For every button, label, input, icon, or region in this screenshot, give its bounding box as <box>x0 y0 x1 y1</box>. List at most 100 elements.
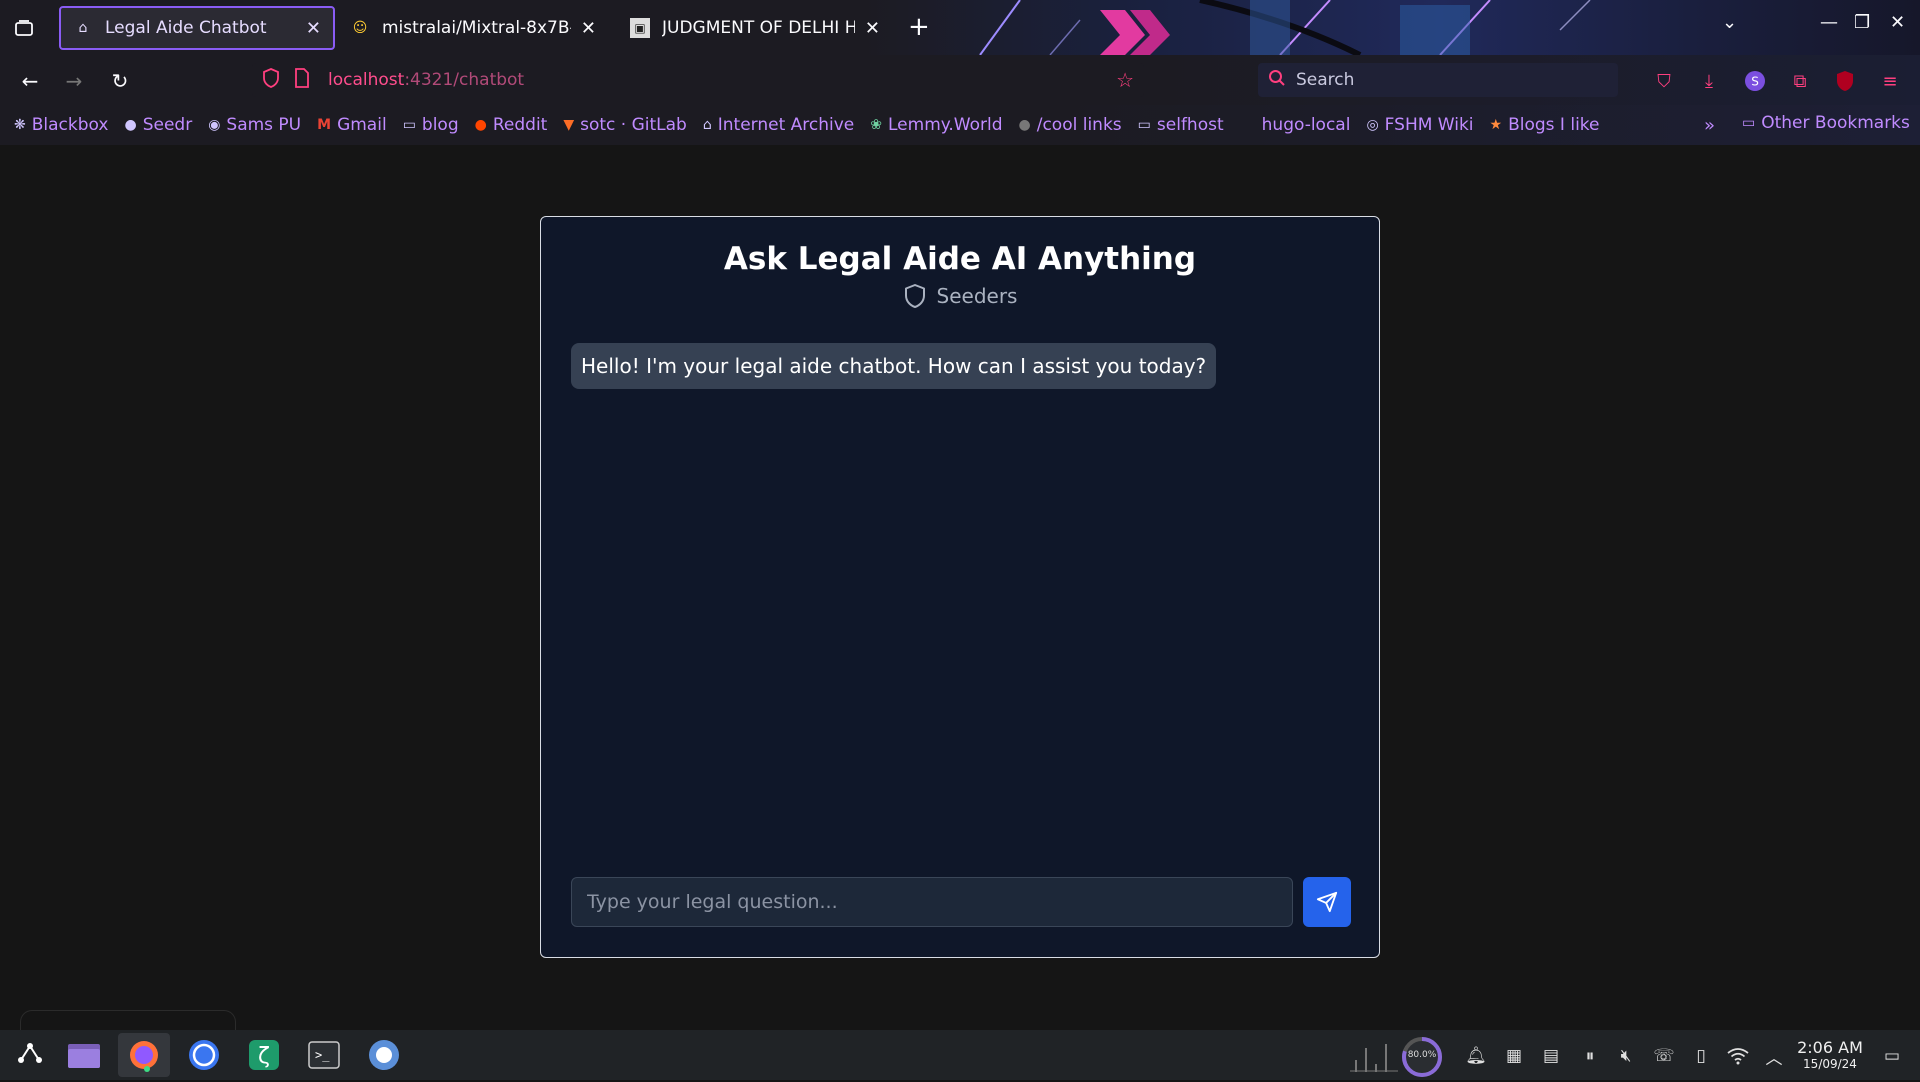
close-icon[interactable]: ✕ <box>865 18 880 39</box>
blackbox-icon: ❋ <box>14 117 26 133</box>
bookmark-reddit[interactable]: ● Reddit <box>475 115 548 135</box>
chat-input-row <box>571 877 1351 927</box>
url-bar[interactable]: localhost:4321/chatbot ☆ <box>252 63 1144 97</box>
more-bookmarks-chevron-icon[interactable]: » <box>1704 115 1715 136</box>
taskbar: ζ >_ 80.0% 🔔︎ ▦ ▤ ⏸︎ 🔇︎ ☏ ▯ ︿ 2:06 AM 15… <box>0 1030 1920 1080</box>
file-manager-icon[interactable] <box>58 1033 110 1077</box>
notifications-icon[interactable]: 🔔︎ <box>1464 1044 1488 1068</box>
bookmark-lemmy[interactable]: ❀ Lemmy.World <box>870 115 1002 135</box>
other-bookmarks[interactable]: ▭ Other Bookmarks <box>1742 113 1910 133</box>
bookmark-blog[interactable]: ▭ blog <box>403 115 459 135</box>
bookmark-selfhost[interactable]: ▭ selfhost <box>1138 115 1224 135</box>
back-button[interactable]: ← <box>16 67 44 95</box>
bookmark-blogs-i-like[interactable]: ★ Blogs I like <box>1490 115 1600 135</box>
page-viewport: Ask Legal Aide AI Anything Seeders Hello… <box>0 145 1920 1030</box>
bookmarks-toolbar: ❋ Blackbox ● Seedr ◉ Sams PU M Gmail ▭ blog ●… <box>0 105 1920 145</box>
app-icon[interactable] <box>358 1033 410 1077</box>
chat-title: Ask Legal Aide AI Anything <box>723 241 1197 277</box>
bot-message: Hello! I'm your legal aide chatbot. How … <box>571 343 1217 389</box>
archive-icon: ⌂ <box>702 117 712 133</box>
navigation-bar: ← → ↻ localhost:4321/chatbot ☆ Search ⛉ … <box>0 55 1920 105</box>
svg-text:>_: >_ <box>315 1048 330 1062</box>
wifi-icon[interactable] <box>1726 1044 1750 1068</box>
search-icon <box>1268 69 1286 92</box>
minimize-button[interactable]: — <box>1820 12 1838 33</box>
shield-icon <box>904 284 925 308</box>
bookmark-cool-links[interactable]: ●/cool links <box>1019 115 1122 135</box>
sams-icon: ◉ <box>208 117 221 133</box>
page-info-icon[interactable] <box>294 68 316 92</box>
send-button[interactable] <box>1303 877 1351 927</box>
firefox-icon[interactable] <box>118 1033 170 1077</box>
clock-time: 2:06 AM <box>1797 1038 1863 1057</box>
connect-icon[interactable]: ☏ <box>1652 1044 1676 1068</box>
close-icon[interactable]: ✕ <box>581 18 596 39</box>
close-window-button[interactable]: ✕ <box>1890 12 1905 33</box>
cpu-gauge[interactable]: 80.0% <box>1401 1036 1443 1078</box>
shield-icon[interactable] <box>262 68 284 92</box>
chat-input[interactable] <box>571 877 1293 927</box>
reddit-icon: ● <box>474 117 487 133</box>
extensions-icon[interactable]: ⧉ <box>1786 67 1814 95</box>
bookmark-sams-pu[interactable]: ◉ Sams PU <box>208 115 301 135</box>
subtitle-label: Seeders <box>936 284 1018 308</box>
new-tab-button[interactable]: + <box>908 12 930 42</box>
floating-panel-edge <box>20 1010 236 1032</box>
theme-background-art <box>979 0 1591 55</box>
chat-subtitle: Seeders <box>541 283 1379 309</box>
folder-icon: ▭ <box>402 117 416 133</box>
terminal-icon[interactable]: >_ <box>298 1033 350 1077</box>
ublock-icon[interactable] <box>1831 67 1859 95</box>
seedr-icon: ● <box>124 117 137 133</box>
tab-title: Legal Aide Chatbot <box>105 18 267 38</box>
globe-icon: ◎ <box>1366 117 1379 133</box>
tab-list-icon[interactable] <box>10 14 38 42</box>
menu-icon[interactable]: ≡ <box>1876 67 1904 95</box>
bookmark-seedr[interactable]: ● Seedr <box>124 115 192 135</box>
list-all-tabs-icon[interactable]: ⌄ <box>1722 12 1737 33</box>
star-icon: ★ <box>1489 117 1503 133</box>
pocket-icon[interactable]: ⛉ <box>1650 67 1678 95</box>
signal-icon[interactable] <box>178 1033 230 1077</box>
clipboard-icon[interactable]: ▤ <box>1539 1044 1563 1068</box>
bookmark-internet-archive[interactable]: ⌂ Internet Archive <box>703 115 854 135</box>
bookmark-star-icon[interactable]: ☆ <box>1116 68 1134 92</box>
search-placeholder: Search <box>1296 70 1355 90</box>
bookmark-hugo-local[interactable]: hugo-local <box>1262 115 1351 135</box>
media-pause-icon[interactable]: ⏸︎ <box>1578 1044 1602 1068</box>
lemmy-icon: ❀ <box>870 117 882 133</box>
forward-button[interactable]: → <box>60 67 88 95</box>
tab-bar: ⌂ Legal Aide Chatbot ✕ ☺ mistralai/Mixtr… <box>0 0 1920 55</box>
downloads-icon[interactable]: ⤓ <box>1695 67 1723 95</box>
battery-icon[interactable]: ▯ <box>1689 1044 1713 1068</box>
tab-title: mistralai/Mixtral-8x7B-Inst <box>382 18 571 38</box>
close-icon[interactable]: ✕ <box>306 18 321 39</box>
clock[interactable]: 2:06 AM 15/09/24 <box>1790 1038 1870 1071</box>
clipboard-grid-icon[interactable]: ▦ <box>1502 1044 1526 1068</box>
chatbot-favicon: ⌂ <box>78 20 88 36</box>
search-box[interactable]: Search <box>1258 63 1618 97</box>
tab-title: JUDGMENT OF DELHI HIGH <box>662 18 855 38</box>
tab-legal-aide-chatbot[interactable]: ⌂ Legal Aide Chatbot ✕ <box>59 6 335 50</box>
tab-delhi-judgment[interactable]: ▣ JUDGMENT OF DELHI HIGH ✕ <box>618 6 892 50</box>
svg-text:S: S <box>1751 75 1759 89</box>
show-desktop-icon[interactable]: ▭ <box>1880 1044 1904 1068</box>
account-icon[interactable]: S <box>1741 67 1769 95</box>
message-list: Hello! I'm your legal aide chatbot. How … <box>571 343 1351 863</box>
chevron-up-icon[interactable]: ︿ <box>1762 1044 1786 1069</box>
reload-button[interactable]: ↻ <box>106 67 134 95</box>
bookmark-gmail[interactable]: M Gmail <box>317 115 387 135</box>
bookmark-blackbox[interactable]: ❋ Blackbox <box>14 115 108 135</box>
bookmark-fshm-wiki[interactable]: ◎ FSHM Wiki <box>1366 115 1473 135</box>
gitlab-icon: ▼ <box>563 117 575 133</box>
zulip-icon[interactable]: ζ <box>238 1033 290 1077</box>
volume-muted-icon[interactable]: 🔇︎ <box>1614 1044 1638 1068</box>
launcher-icon[interactable] <box>4 1033 56 1077</box>
tab-mixtral[interactable]: ☺ mistralai/Mixtral-8x7B-Inst ✕ <box>338 6 608 50</box>
gmail-icon: M <box>317 117 332 133</box>
bookmark-gitlab[interactable]: ▼ sotc · GitLab <box>563 115 687 135</box>
restore-button[interactable]: ❐ <box>1854 12 1870 33</box>
chat-card: Ask Legal Aide AI Anything Seeders Hello… <box>540 216 1380 958</box>
folder-icon: ▭ <box>1742 115 1756 131</box>
url-text[interactable]: localhost:4321/chatbot <box>328 70 524 90</box>
